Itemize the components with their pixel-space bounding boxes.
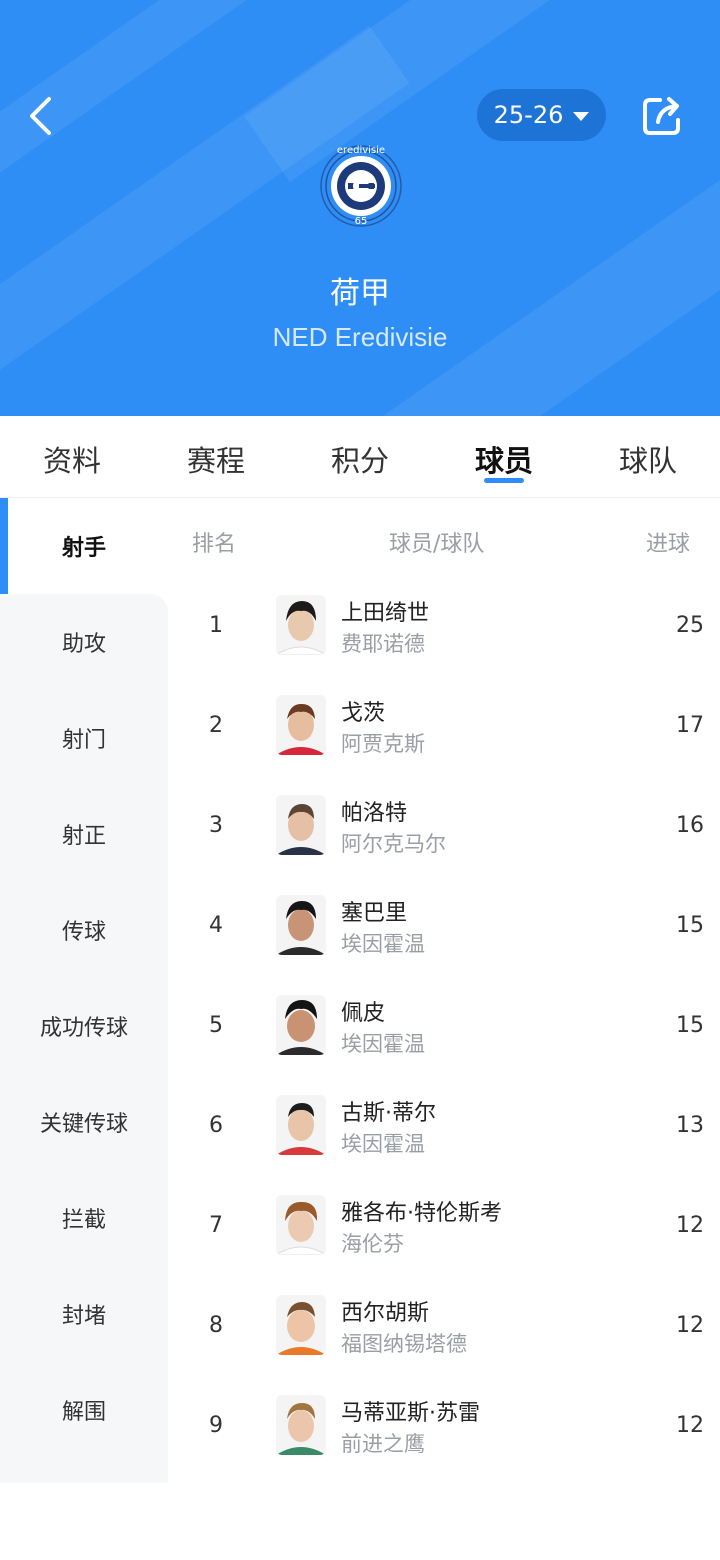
player-name: 马蒂亚斯·苏雷	[341, 1401, 480, 1426]
player-team: 埃因霍温	[341, 932, 425, 956]
logo-number: 65	[355, 216, 368, 227]
share-button[interactable]	[640, 94, 686, 138]
sidebar-item-shots-on-target[interactable]: 射正	[0, 786, 168, 882]
player-goals: 15	[676, 1013, 704, 1038]
player-rank: 7	[209, 1213, 223, 1238]
tab-bar: 资料 赛程 积分 球员 球队	[0, 416, 720, 498]
tab-standings[interactable]: 积分	[331, 438, 389, 480]
player-rank: 1	[209, 613, 223, 638]
player-rank: 3	[209, 813, 223, 838]
player-row[interactable]: 4 塞巴里 埃因霍温 15	[168, 879, 720, 979]
sidebar-item-passes[interactable]: 传球	[0, 882, 168, 978]
player-team: 阿尔克马尔	[341, 832, 446, 856]
player-row[interactable]: 3 帕洛特 阿尔克马尔 16	[168, 779, 720, 879]
player-rank: 5	[209, 1013, 223, 1038]
player-avatar	[276, 1195, 326, 1255]
sidebar-item-shots[interactable]: 射门	[0, 690, 168, 786]
player-avatar	[276, 995, 326, 1055]
player-goals: 25	[676, 613, 704, 638]
player-name: 佩皮	[341, 1001, 386, 1026]
player-row[interactable]: 8 西尔胡斯 福图纳锡塔德 12	[168, 1279, 720, 1379]
tab-teams[interactable]: 球队	[619, 438, 677, 480]
player-team: 费耶诺德	[341, 632, 425, 656]
player-team: 埃因霍温	[341, 1132, 425, 1156]
player-rank: 9	[209, 1413, 223, 1438]
active-tab-indicator	[484, 478, 524, 483]
player-avatar	[276, 1295, 326, 1355]
league-name: 荷甲	[330, 276, 390, 311]
season-selector[interactable]: 25-26	[477, 89, 606, 141]
player-name: 古斯·蒂尔	[341, 1101, 436, 1126]
sidebar-item-clearances[interactable]: 解围	[0, 1362, 168, 1458]
column-header-rank: 排名	[192, 532, 237, 557]
player-row[interactable]: 9 马蒂亚斯·苏雷 前进之鹰 12	[168, 1379, 720, 1479]
sidebar-item-blocks[interactable]: 封堵	[0, 1266, 168, 1362]
player-avatar	[276, 1095, 326, 1155]
player-row[interactable]: 5 佩皮 埃因霍温 15	[168, 979, 720, 1079]
player-avatar	[276, 895, 326, 955]
player-avatar	[276, 595, 326, 655]
column-header-player: 球员/球队	[389, 532, 485, 557]
back-button[interactable]	[18, 92, 62, 140]
player-name: 西尔胡斯	[341, 1301, 430, 1326]
player-name: 帕洛特	[341, 801, 408, 826]
player-goals: 17	[676, 713, 704, 738]
player-rank: 4	[209, 913, 223, 938]
player-avatar	[276, 695, 326, 755]
league-header: 25-26 eredivisie 65 荷甲 NED Eredivisie	[0, 0, 720, 416]
sidebar-active-indicator	[0, 498, 8, 594]
player-name: 塞巴里	[341, 901, 408, 926]
tab-info[interactable]: 资料	[43, 438, 101, 480]
player-row[interactable]: 6 古斯·蒂尔 埃因霍温 13	[168, 1079, 720, 1179]
player-rank: 6	[209, 1113, 223, 1138]
player-rank: 8	[209, 1313, 223, 1338]
sidebar-item-goals[interactable]: 射手	[0, 498, 168, 594]
player-row[interactable]: 2 戈茨 阿贾克斯 17	[168, 679, 720, 779]
player-name: 上田绮世	[341, 601, 430, 626]
player-team: 海伦芬	[341, 1232, 404, 1256]
tab-players[interactable]: 球员	[475, 438, 533, 480]
share-icon	[643, 97, 680, 135]
column-header-goals: 进球	[646, 532, 691, 557]
chevron-left-icon	[30, 97, 51, 135]
player-goals: 16	[676, 813, 704, 838]
league-logo: eredivisie 65	[315, 140, 407, 228]
player-name: 戈茨	[341, 701, 386, 726]
caret-down-icon	[573, 111, 590, 121]
player-row[interactable]: 1 上田绮世 费耶诺德 25	[168, 579, 720, 679]
player-goals: 12	[676, 1213, 704, 1238]
sidebar-item-successful-passes[interactable]: 成功传球	[0, 978, 168, 1074]
player-goals: 12	[676, 1413, 704, 1438]
player-team: 前进之鹰	[341, 1432, 425, 1456]
player-goals: 13	[676, 1113, 704, 1138]
stat-category-sidebar: 射手 助攻 射门 射正 传球 成功传球 关键传球 拦截 封堵 解围	[0, 498, 168, 1483]
sidebar-item-interceptions[interactable]: 拦截	[0, 1170, 168, 1266]
player-row[interactable]: 7 雅各布·特伦斯考 海伦芬 12	[168, 1179, 720, 1279]
player-team: 福图纳锡塔德	[341, 1332, 467, 1356]
player-team: 埃因霍温	[341, 1032, 425, 1056]
player-rank: 2	[209, 713, 223, 738]
logo-wordmark: eredivisie	[337, 145, 385, 156]
player-avatar	[276, 795, 326, 855]
season-label: 25-26	[493, 101, 564, 129]
sidebar-item-key-passes[interactable]: 关键传球	[0, 1074, 168, 1170]
player-team: 阿贾克斯	[341, 732, 425, 756]
sidebar-item-assists[interactable]: 助攻	[0, 594, 168, 690]
player-avatar	[276, 1395, 326, 1455]
player-name: 雅各布·特伦斯考	[341, 1201, 502, 1226]
player-goals: 12	[676, 1313, 704, 1338]
league-english-name: NED Eredivisie	[272, 322, 448, 352]
player-goals: 15	[676, 913, 704, 938]
tab-schedule[interactable]: 赛程	[187, 438, 245, 480]
